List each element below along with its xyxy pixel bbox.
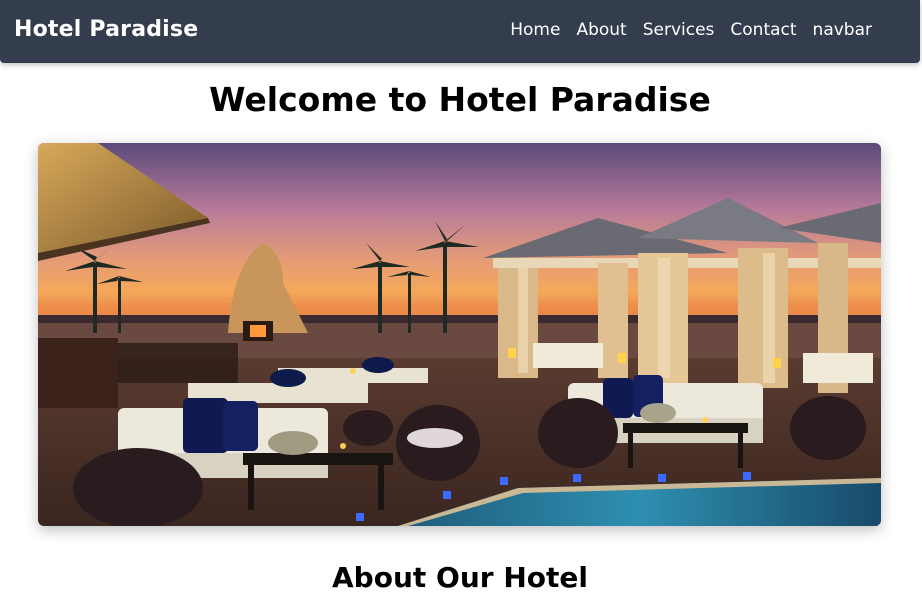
about-section-title: About Our Hotel — [332, 561, 588, 594]
nav-link-navbar[interactable]: navbar — [813, 20, 872, 40]
nav-link-about[interactable]: About — [576, 20, 626, 40]
page-title: Welcome to Hotel Paradise — [209, 80, 711, 119]
navbar: Hotel Paradise Home About Services Conta… — [0, 0, 920, 63]
nav-link-contact[interactable]: Contact — [730, 20, 796, 40]
nav-link-services[interactable]: Services — [643, 20, 715, 40]
nav-link-home[interactable]: Home — [510, 20, 560, 40]
brand-logo[interactable]: Hotel Paradise — [14, 17, 198, 42]
hero-image — [38, 143, 881, 526]
nav-links: Home About Services Contact navbar — [510, 20, 872, 40]
